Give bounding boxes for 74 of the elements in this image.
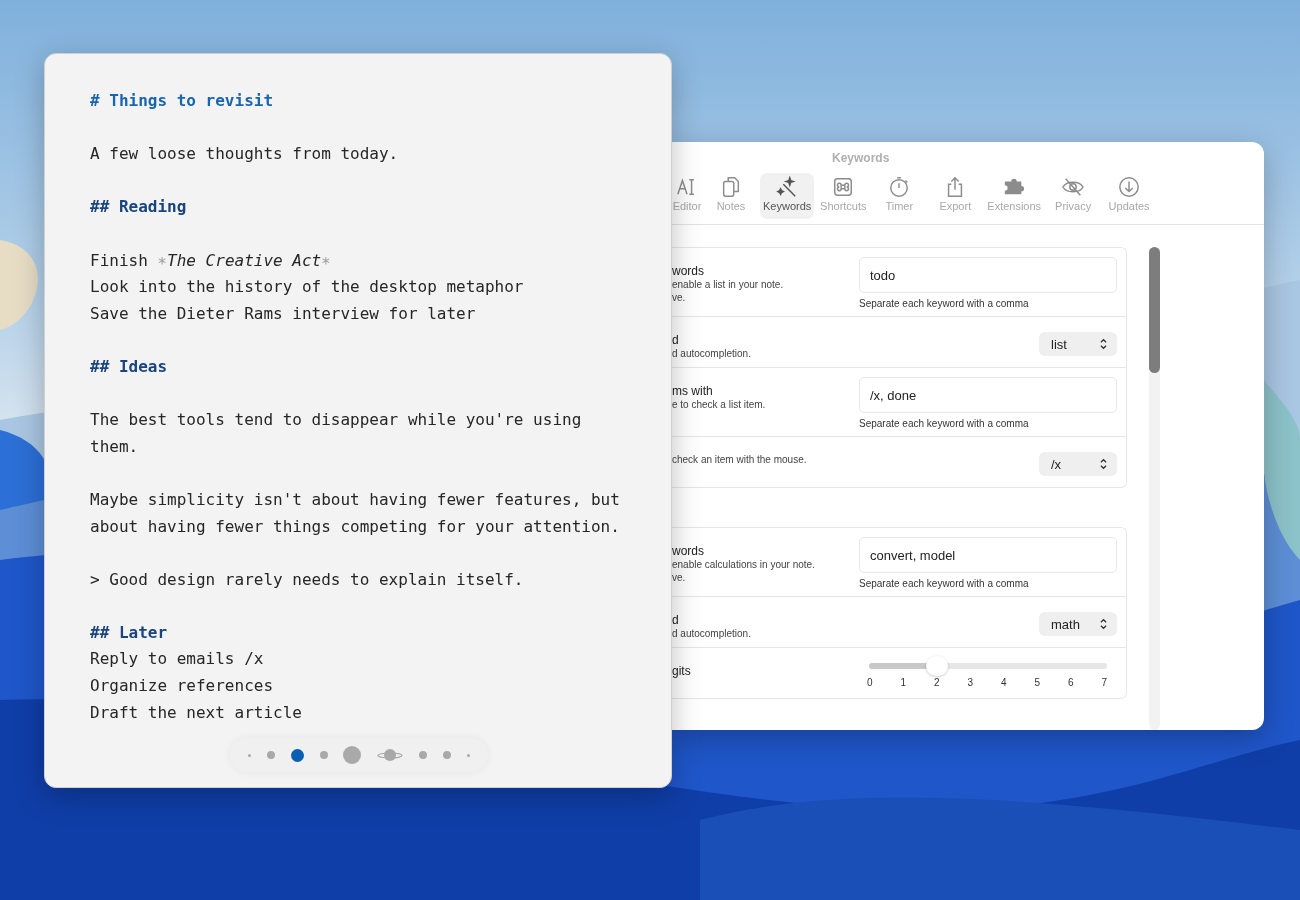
setting-label: gits [672,664,691,678]
toolbar-tab[interactable]: Editor [672,173,702,219]
setting-description: e to check a list item. [672,398,766,411]
page-dot[interactable] [419,751,428,759]
tick-label: 7 [1101,677,1107,688]
note-line: Maybe simplicity isn't about having fewer features, but about having fewer things competing for your attention. [90,488,621,538]
eye-icon [1062,176,1085,198]
window-title: Keywords [832,151,890,165]
popup-select[interactable]: /x [1039,452,1117,476]
subheading: ## Reading [90,196,187,219]
setting-label: d [672,333,680,347]
notes-icon [720,176,742,198]
keyword-field[interactable]: todo [859,257,1117,293]
setting-label: d [672,613,680,627]
toolbar-tab[interactable]: Extensions [984,173,1045,219]
chevron-icon [1099,618,1108,630]
setting-description: ve. [672,291,687,304]
page-dot[interactable] [266,751,275,759]
note-line: Save the Dieter Rams interview for later [90,302,476,325]
page-dot[interactable] [319,751,328,759]
page-dot[interactable] [343,746,362,764]
toolbar-tab[interactable]: Keywords [760,173,815,219]
toolbar-tab[interactable]: Shortcuts [816,173,871,219]
helper-text: Separate each keyword with a comma [859,578,1029,589]
setting-description: ve. [672,571,687,584]
chevron-icon [1099,458,1108,470]
note-line: Finish ∗The Creative Act∗ [90,249,331,272]
tick-label: 1 [900,677,907,688]
setting-label: words [672,264,705,278]
subheading: ## Later [90,621,168,644]
page-dot[interactable] [443,751,452,759]
setting-description: d autocompletion. [672,627,751,640]
chevron-icon [1099,338,1108,350]
slider-thumb[interactable] [926,656,948,676]
popup-select[interactable]: math [1039,612,1117,636]
helper-text: Separate each keyword with a comma [859,298,1029,309]
keyword-field[interactable]: /x, done [859,377,1117,413]
setting-description: enable calculations in your note. [672,558,815,571]
keyword-field[interactable]: convert, model [859,537,1117,573]
tick-label: 3 [967,677,973,688]
scrollbar[interactable] [1149,247,1160,730]
subheading: ## Ideas [90,355,168,378]
toolbar-tab[interactable]: Updates [1102,173,1157,219]
tick-label: 4 [1000,677,1007,688]
helper-text: Separate each keyword with a comma [859,418,1029,429]
timer-icon [888,176,911,198]
toolbar-tab[interactable]: Privacy [1046,173,1101,219]
note-line: Look into the history of the desktop metaphor [90,276,524,299]
download-icon [1118,176,1141,198]
setting-description: d autocompletion. [672,347,751,360]
note-line: Organize references [90,675,274,698]
tick-label: 5 [1034,677,1040,688]
command-icon [832,176,855,198]
toolbar-tab[interactable]: Export [928,173,983,219]
tick-label: 6 [1067,677,1074,688]
note-line: A few loose thoughts from today. [90,143,399,166]
note-line: Draft the next article [90,701,302,724]
popup-select[interactable]: list [1039,332,1117,356]
tick-label: 0 [867,677,873,688]
heading: # Things to revisit [90,90,274,112]
note-line: > Good design rarely needs to explain itself. [90,568,524,591]
setting-description: check an item with the mouse. [672,453,807,466]
toolbar-tab[interactable]: Timer [872,173,927,219]
page-dot[interactable] [247,753,251,757]
setting-description: enable a list in your note. [672,278,784,291]
page-dot[interactable] [466,753,470,757]
tick-label: 2 [933,677,940,688]
setting-label: words [672,544,705,558]
toolbar-tab[interactable]: Notes [704,173,758,219]
note-line: Reply to emails /x [90,648,264,671]
page-dot[interactable] [290,748,304,762]
note-line: The best tools tend to disappear while you're using them. [90,409,583,458]
setting-label: ms with [672,384,714,398]
wand-icon [776,176,799,198]
